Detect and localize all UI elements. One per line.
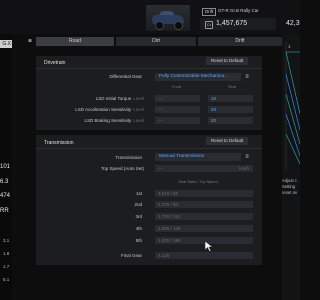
- divider: [36, 68, 262, 69]
- transmission-dropdown[interactable]: Manual Transmission: [155, 153, 241, 161]
- differential-dropdown[interactable]: Fully Customizable Mechanica...: [155, 73, 241, 81]
- menu-icon[interactable]: ≡: [244, 154, 250, 160]
- gear-label-3rd: 3rd: [135, 214, 142, 219]
- left-stat-value: RR: [0, 208, 9, 214]
- drift-tag: Drift: [202, 8, 217, 16]
- graph-tip-line: reset an: [282, 190, 298, 195]
- transmission-type-label: Transmission: [115, 155, 142, 160]
- gear-ratio-3rd[interactable]: 1.700 / 112: [155, 213, 253, 220]
- left-small-value: 1.8: [3, 251, 10, 256]
- graph-tip-text: Adjust c Setting reset an: [282, 178, 297, 196]
- menu-icon[interactable]: ≡: [244, 74, 250, 80]
- lsd-initial-torque-rear[interactable]: 10: [208, 95, 253, 102]
- lsd-acceleration-sensitivity-label: LSD Acceleration Sensitivity Level: [75, 107, 144, 112]
- gear-ratio-2nd[interactable]: 2.370 / 80: [155, 201, 253, 208]
- transmission-reset-button[interactable]: Reset to Default: [206, 137, 249, 145]
- gear-label-1st: 1st: [135, 191, 142, 196]
- tab-drift[interactable]: Drift: [198, 37, 282, 46]
- left-small-value: 3.1: [3, 238, 10, 243]
- setting-tabs: Road Dirt Drift: [36, 37, 282, 46]
- left-stat-value: 474: [0, 193, 11, 199]
- transmission-title: Transmission: [44, 140, 74, 146]
- gear-label-2nd: 2nd: [134, 202, 142, 207]
- credits-value: 1,457,675: [216, 20, 248, 27]
- divider: [36, 148, 262, 149]
- lsd-acceleration-sensitivity-rear[interactable]: 40: [208, 106, 253, 113]
- lsd-acceleration-sensitivity-front: ---: [155, 106, 200, 113]
- credits-icon: Cr: [205, 21, 213, 29]
- gear-ratio-graph: 1: [285, 42, 300, 170]
- lsd-initial-torque-front: ---: [155, 95, 200, 102]
- top-speed-label: Top Speed (Auto Set): [100, 166, 144, 171]
- car-thumbnail[interactable]: [146, 5, 190, 31]
- car-wheel-rear: [174, 21, 183, 30]
- drivetrain-reset-button[interactable]: Reset to Default: [206, 57, 249, 65]
- lsd-braking-sensitivity-rear[interactable]: 20: [208, 117, 253, 124]
- gear-ratio-1st[interactable]: 3.610 / 52: [155, 190, 253, 197]
- left-stat-value: 101: [0, 164, 11, 170]
- lsd-initial-torque-label: LSD Initial Torque Level: [95, 96, 144, 101]
- left-small-value: 1.7: [3, 264, 10, 269]
- top-speed-unit: km/h: [239, 166, 249, 171]
- gear-ratio-4th[interactable]: 1.300 / 146: [155, 225, 253, 232]
- top-speed-value: ---: [158, 166, 163, 171]
- mileage-value: 42,3: [286, 20, 300, 27]
- left-stat-value: 6.3: [0, 179, 9, 185]
- gear-ratio-header: Gear Ratio / Top Speed: [178, 180, 218, 184]
- lsd-braking-sensitivity-label: LSD Braking Sensitivity Level: [84, 118, 144, 123]
- left-small-value: 5.1: [3, 277, 10, 282]
- drivetrain-title: Drivetrain: [44, 60, 66, 66]
- graph-tick-label: 1: [288, 44, 291, 49]
- car-name: GT-R Gr.B Rally Car: [218, 8, 259, 13]
- front-column-header: Front: [172, 85, 181, 89]
- camera-icon[interactable]: ◙: [26, 38, 34, 45]
- final-gear-label: Final Gear: [120, 253, 142, 258]
- mouse-cursor-icon: [204, 240, 214, 252]
- final-gear-value[interactable]: 4.125: [155, 252, 253, 259]
- tab-road[interactable]: Road: [36, 37, 114, 46]
- differential-label: Differential Gear: [109, 74, 142, 79]
- gear-label-5th: 5th: [135, 238, 142, 243]
- lsd-braking-sensitivity-front: ---: [155, 117, 200, 124]
- gear-label-4th: 4th: [135, 226, 142, 231]
- car-wheel-front: [155, 21, 164, 30]
- tab-dirt[interactable]: Dirt: [116, 37, 196, 46]
- left-active-button[interactable]: G.X: [0, 40, 12, 48]
- rear-column-header: Rear: [228, 85, 237, 89]
- top-speed-box: --- km/h: [155, 165, 253, 172]
